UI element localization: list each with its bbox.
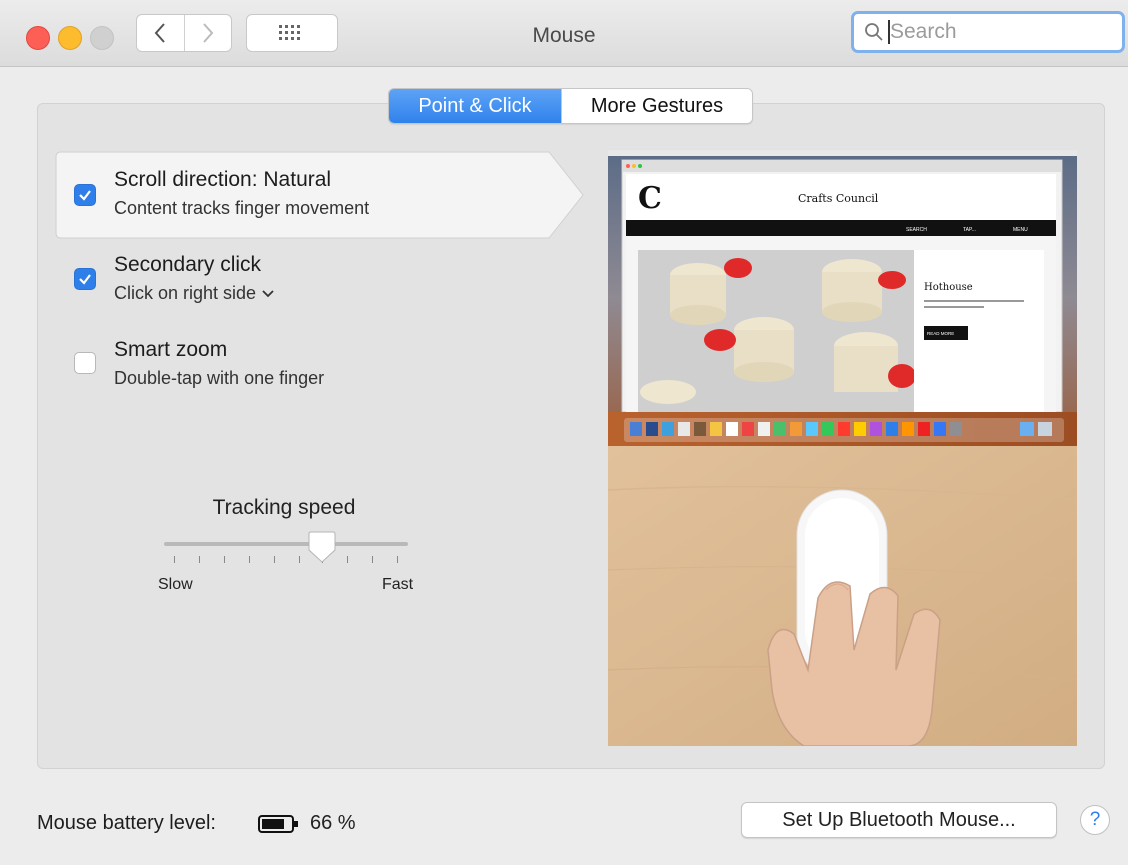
preview-read-more: READ MORE [927,331,954,336]
preview-nav-tap: TAP... [963,227,976,233]
setup-bluetooth-mouse-button[interactable]: Set Up Bluetooth Mouse... [741,802,1057,838]
preview-nav-search: SEARCH [906,227,927,233]
slider-thumb[interactable] [307,530,337,564]
scroll-direction-checkbox[interactable] [74,184,96,206]
preview-site-title: Crafts Council [798,192,879,205]
tracking-speed-slider[interactable] [164,542,408,546]
checkmark-icon [79,190,91,201]
scroll-direction-label: Scroll direction: Natural [114,168,332,191]
tab-point-click[interactable]: Point & Click [389,89,561,123]
search-placeholder: Search [890,20,957,43]
slider-max-label: Fast [382,576,414,593]
smart-zoom-sublabel: Double-tap with one finger [114,368,325,388]
preview-image: C Crafts Council SEARCH TAP... MENU Hoth… [608,150,1077,746]
battery-icon [258,815,298,833]
tab-bar: Point & Click More Gestures [388,88,753,124]
title-bar: Mouse Search [0,0,1128,67]
search-field[interactable]: Search [851,11,1125,53]
slider-min-label: Slow [158,576,193,593]
scroll-direction-sublabel: Content tracks finger movement [114,198,370,218]
tab-more-gestures[interactable]: More Gestures [561,89,752,123]
battery-level-label: Mouse battery level: [37,812,216,834]
secondary-click-label: Secondary click [114,253,262,276]
help-button[interactable]: ? [1080,805,1110,835]
checkmark-icon [79,274,91,285]
chevron-down-icon [262,289,274,297]
selected-option-highlight [55,151,584,239]
smart-zoom-label: Smart zoom [114,338,228,361]
tracking-speed-title: Tracking speed [212,496,356,519]
preview-site-logo: C [638,181,662,216]
secondary-click-sublabel: Click on right side [114,283,257,303]
secondary-click-popup[interactable]: Click on right side [114,283,274,304]
preview-nav-menu: MENU [1013,227,1028,233]
battery-percent: 66 % [310,812,356,834]
secondary-click-checkbox[interactable] [74,268,96,290]
smart-zoom-checkbox[interactable] [74,352,96,374]
search-icon [865,23,883,41]
preview-article-title: Hothouse [924,282,973,293]
